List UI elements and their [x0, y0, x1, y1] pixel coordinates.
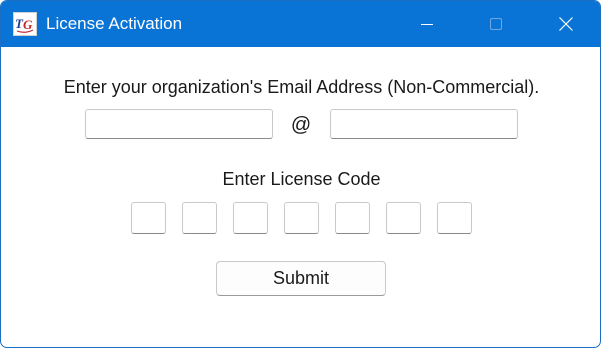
minimize-icon — [421, 24, 433, 25]
tg-logo-icon: T G — [13, 12, 37, 36]
email-user-field[interactable] — [85, 109, 273, 139]
license-code-segment-7[interactable] — [437, 202, 472, 234]
title-bar[interactable]: T G License Activation — [1, 1, 600, 47]
maximize-icon — [490, 18, 502, 30]
license-activation-window: T G License Activation Enter your organi… — [0, 0, 601, 348]
license-code-segment-5[interactable] — [335, 202, 370, 234]
close-icon — [559, 17, 573, 31]
submit-button[interactable]: Submit — [216, 261, 386, 296]
email-domain-field[interactable] — [330, 109, 518, 139]
minimize-button[interactable] — [404, 1, 450, 47]
license-code-segment-3[interactable] — [233, 202, 268, 234]
license-code-label: Enter License Code — [222, 169, 381, 189]
submit-button-label: Submit — [272, 268, 330, 288]
window-title: License Activation — [46, 14, 183, 33]
email-prompt-label: Enter your organization's Email Address … — [63, 77, 540, 97]
license-code-segment-2[interactable] — [182, 202, 217, 234]
close-button[interactable] — [543, 1, 589, 47]
license-code-segment-1[interactable] — [131, 202, 166, 234]
license-code-segment-4[interactable] — [284, 202, 319, 234]
svg-text:G: G — [23, 17, 33, 32]
license-code-segment-6[interactable] — [386, 202, 421, 234]
maximize-button — [473, 1, 519, 47]
at-sign-label: @ — [290, 114, 312, 136]
